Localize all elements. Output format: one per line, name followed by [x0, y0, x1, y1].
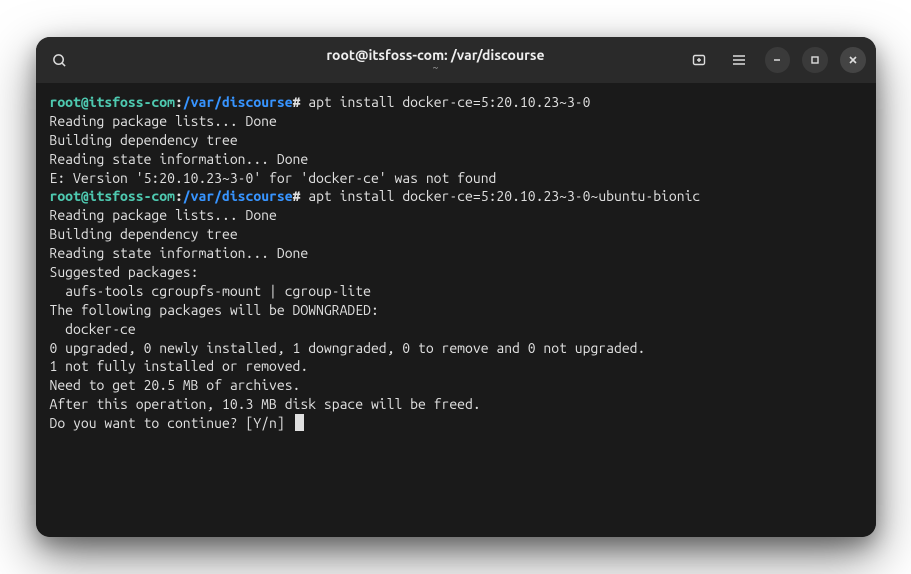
prompt-path: /var/discourse [183, 188, 293, 204]
subtitle-text: ~ [186, 62, 686, 73]
terminal-body[interactable]: root@itsfoss-com:/var/discourse# apt ins… [36, 83, 876, 537]
prompt-user: root@itsfoss-com [50, 94, 175, 110]
cursor [295, 414, 304, 431]
prompt-path: /var/discourse [183, 94, 293, 110]
output-block-1: Reading package lists... Done Building d… [50, 113, 497, 186]
prompt-colon: : [175, 188, 183, 204]
command-1: apt install docker-ce=5:20.10.23~3-0 [308, 94, 590, 110]
window-title: root@itsfoss-com: /var/discourse ~ [186, 47, 686, 73]
new-tab-icon[interactable] [686, 46, 714, 74]
title-text: root@itsfoss-com: /var/discourse [326, 47, 544, 63]
titlebar: root@itsfoss-com: /var/discourse ~ [36, 37, 876, 83]
prompt-symbol: # [293, 94, 309, 110]
prompt-symbol: # [293, 188, 309, 204]
close-button[interactable] [840, 47, 866, 73]
prompt-user: root@itsfoss-com [50, 188, 175, 204]
search-icon[interactable] [46, 46, 74, 74]
minimize-button[interactable] [765, 47, 791, 73]
hamburger-menu-icon[interactable] [725, 46, 753, 74]
maximize-button[interactable] [802, 47, 828, 73]
command-2: apt install docker-ce=5:20.10.23~3-0~ubu… [308, 188, 700, 204]
prompt-colon: : [175, 94, 183, 110]
output-block-2: Reading package lists... Done Building d… [50, 207, 646, 431]
terminal-window: root@itsfoss-com: /var/discourse ~ [36, 37, 876, 537]
